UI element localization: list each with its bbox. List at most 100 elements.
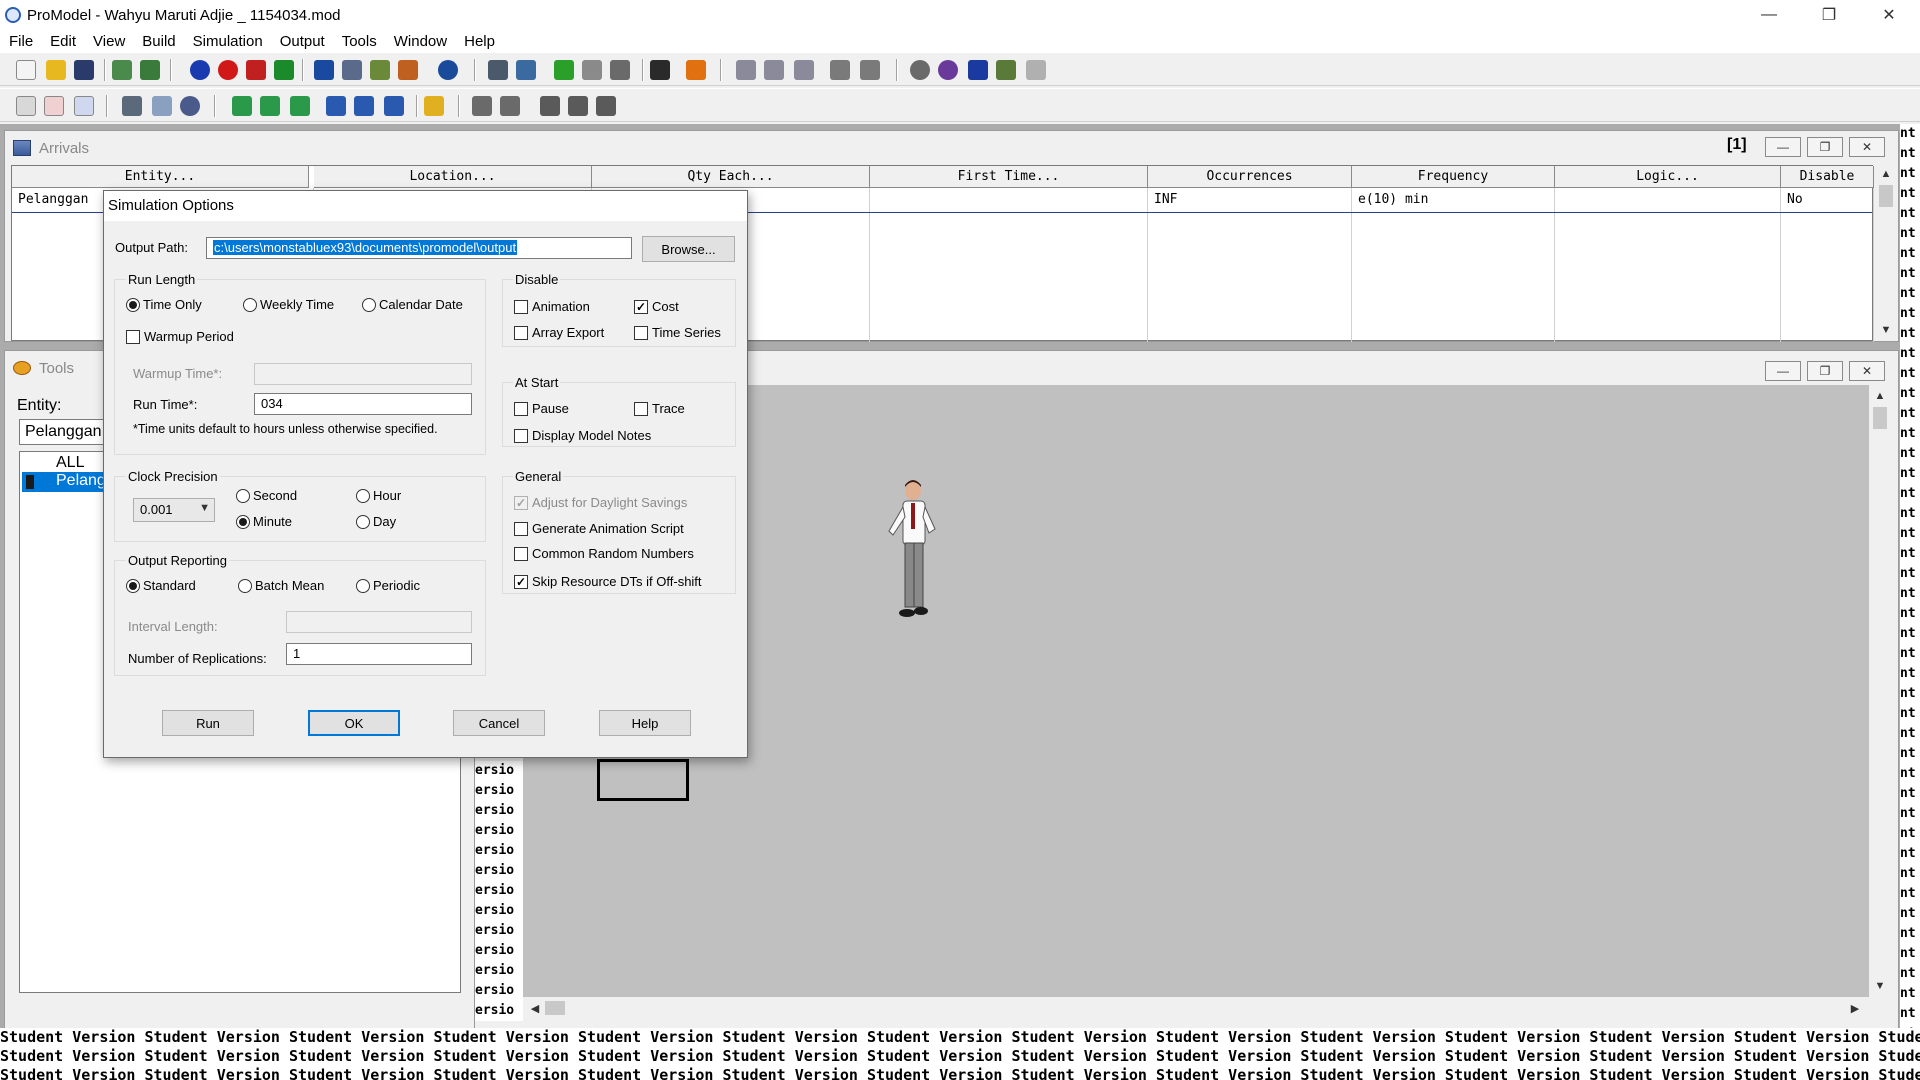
- processing-icon[interactable]: [246, 60, 266, 80]
- opt-tool-icon[interactable]: [764, 60, 784, 80]
- view-output-icon[interactable]: [650, 60, 670, 80]
- warmup-time-input[interactable]: [254, 363, 472, 385]
- layout-vertical-scrollbar[interactable]: ▲ ▼: [1869, 385, 1891, 997]
- animation-script-checkbox[interactable]: [514, 522, 528, 536]
- arrivals-close-button[interactable]: ✕: [1849, 137, 1885, 157]
- display-model-notes-checkbox[interactable]: [514, 429, 528, 443]
- arrivals-vertical-scrollbar[interactable]: ▲ ▼: [1875, 165, 1897, 341]
- second-radio[interactable]: [236, 489, 250, 503]
- graph-editor-icon[interactable]: [830, 60, 850, 80]
- column-header-disable[interactable]: Disable: [1781, 166, 1874, 188]
- macro-m-icon[interactable]: [326, 96, 346, 116]
- entity-selector[interactable]: Pelanggan: [19, 419, 109, 445]
- align-y-icon[interactable]: [290, 96, 310, 116]
- tools-icon[interactable]: [996, 60, 1016, 80]
- cost-checkbox[interactable]: ✓: [634, 300, 648, 314]
- scroll-up-arrow-icon[interactable]: ▲: [1876, 165, 1896, 183]
- column-header-occurrences[interactable]: Occurrences: [1148, 166, 1352, 188]
- entities-icon[interactable]: [218, 60, 238, 80]
- variables-icon[interactable]: [370, 60, 390, 80]
- sim-tool-icon[interactable]: [736, 60, 756, 80]
- standard-radio[interactable]: [126, 579, 140, 593]
- minute-radio[interactable]: [236, 515, 250, 529]
- scroll-down-arrow-icon[interactable]: ▼: [1876, 321, 1896, 339]
- global-icon[interactable]: [910, 60, 930, 80]
- person-entity-graphic[interactable]: [883, 479, 943, 633]
- calendar-date-radio[interactable]: [362, 298, 376, 312]
- arrivals-restore-button[interactable]: ❐: [1807, 137, 1843, 157]
- batch-mean-radio[interactable]: [238, 579, 252, 593]
- pause-checkbox[interactable]: [514, 402, 528, 416]
- replications-input[interactable]: 1: [286, 643, 472, 665]
- menu-output[interactable]: Output: [271, 33, 333, 50]
- cancel-button[interactable]: Cancel: [453, 710, 545, 736]
- scroll-up-arrow-icon[interactable]: ▲: [1870, 387, 1890, 405]
- triangle-icon[interactable]: [968, 60, 988, 80]
- column-header-entity[interactable]: Entity...: [12, 166, 309, 188]
- shifts-icon[interactable]: [398, 60, 418, 80]
- run-button[interactable]: Run: [162, 710, 254, 736]
- web-icon[interactable]: [938, 60, 958, 80]
- path-networks-icon[interactable]: [342, 60, 362, 80]
- close-button[interactable]: ✕: [1860, 0, 1918, 30]
- scenarios-icon[interactable]: [516, 60, 536, 80]
- scroll-thumb[interactable]: [1873, 407, 1887, 429]
- trace-checkbox[interactable]: [634, 402, 648, 416]
- export-icon[interactable]: [568, 96, 588, 116]
- column-header-location[interactable]: Location...: [314, 166, 592, 188]
- zoom-fit-icon[interactable]: [152, 96, 172, 116]
- resources-icon[interactable]: [314, 60, 334, 80]
- weekly-time-radio[interactable]: [243, 298, 257, 312]
- print-icon[interactable]: [596, 96, 616, 116]
- ok-button[interactable]: OK: [308, 710, 400, 736]
- restore-button[interactable]: ❐: [1800, 0, 1858, 30]
- time-only-radio[interactable]: [126, 298, 140, 312]
- interval-length-input[interactable]: [286, 611, 472, 633]
- warmup-period-checkbox[interactable]: [126, 330, 140, 344]
- locations-icon[interactable]: [190, 60, 210, 80]
- edit-table-icon[interactable]: [44, 96, 64, 116]
- menu-edit[interactable]: Edit: [41, 33, 84, 50]
- route-icon[interactable]: [122, 96, 142, 116]
- array-export-checkbox[interactable]: [514, 326, 528, 340]
- cloud-icon[interactable]: [1026, 60, 1046, 80]
- menu-window[interactable]: Window: [385, 33, 455, 50]
- open-folder-icon[interactable]: [46, 60, 66, 80]
- common-random-checkbox[interactable]: [514, 547, 528, 561]
- stop-icon[interactable]: [610, 60, 630, 80]
- skip-resource-checkbox[interactable]: ✓: [514, 575, 528, 589]
- help-button[interactable]: Help: [599, 710, 691, 736]
- arrivals-minimize-button[interactable]: —: [1765, 137, 1801, 157]
- layout-restore-button[interactable]: ❐: [1807, 361, 1843, 381]
- column-header-first-time[interactable]: First Time...: [870, 166, 1148, 188]
- model-package-icon[interactable]: [140, 60, 160, 80]
- column-header-frequency[interactable]: Frequency: [1352, 166, 1555, 188]
- chart-icon[interactable]: [686, 60, 706, 80]
- scroll-left-arrow-icon[interactable]: ◀: [525, 999, 545, 1017]
- macro-u-icon[interactable]: [384, 96, 404, 116]
- hour-radio[interactable]: [356, 489, 370, 503]
- pause-icon[interactable]: [582, 60, 602, 80]
- menu-help[interactable]: Help: [455, 33, 503, 50]
- layout-minimize-button[interactable]: —: [1765, 361, 1801, 381]
- import-icon[interactable]: [540, 96, 560, 116]
- clock-precision-select[interactable]: 0.001 ▼: [133, 498, 215, 522]
- output-path-input[interactable]: c:\users\monstabluex93\documents\promode…: [206, 237, 632, 259]
- menu-file[interactable]: File: [0, 33, 41, 50]
- layout-settings-icon[interactable]: [860, 60, 880, 80]
- macro-s-icon[interactable]: [354, 96, 374, 116]
- day-radio[interactable]: [356, 515, 370, 529]
- scroll-down-arrow-icon[interactable]: ▼: [1870, 977, 1890, 995]
- scroll-thumb[interactable]: [1879, 185, 1893, 207]
- scroll-thumb[interactable]: [545, 1001, 565, 1015]
- save-icon[interactable]: [74, 60, 94, 80]
- align-v-icon[interactable]: [260, 96, 280, 116]
- animation-checkbox[interactable]: [514, 300, 528, 314]
- zoom-icon[interactable]: [180, 96, 200, 116]
- simulation-options-icon[interactable]: [488, 60, 508, 80]
- stat-fit-icon[interactable]: [794, 60, 814, 80]
- daylight-savings-checkbox[interactable]: ✓: [514, 496, 528, 510]
- location-box[interactable]: [597, 759, 689, 801]
- periodic-radio[interactable]: [356, 579, 370, 593]
- menu-view[interactable]: View: [84, 33, 133, 50]
